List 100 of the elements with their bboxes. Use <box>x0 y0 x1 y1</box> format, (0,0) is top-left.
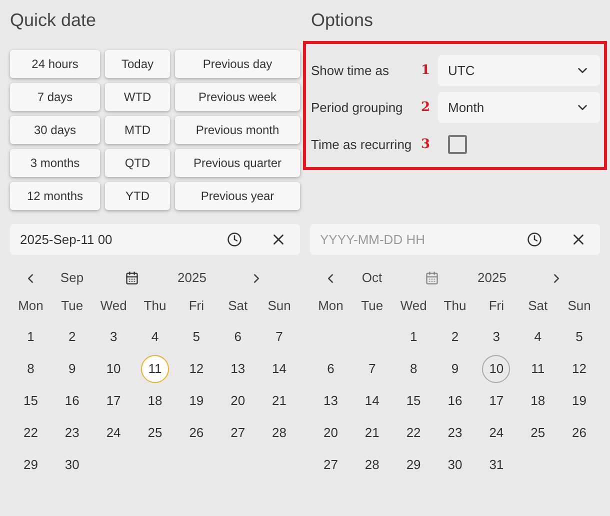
day-cell[interactable]: 11 <box>524 355 552 383</box>
month-label[interactable]: Sep <box>51 268 93 288</box>
day-cell[interactable]: 14 <box>358 387 386 415</box>
day-cell[interactable]: 28 <box>265 419 294 447</box>
day-cell[interactable]: 24 <box>100 419 128 447</box>
day-cell[interactable]: 19 <box>182 387 210 415</box>
checkbox[interactable] <box>448 135 467 154</box>
quick-date-button[interactable]: Previous month <box>175 116 300 144</box>
select-field[interactable]: Month <box>438 92 600 123</box>
day-cell[interactable]: 9 <box>58 355 86 383</box>
clock-icon[interactable] <box>527 232 542 247</box>
day-cell[interactable]: 18 <box>140 387 169 415</box>
quick-date-button[interactable]: 12 months <box>10 182 100 210</box>
day-cell[interactable]: 20 <box>224 387 252 415</box>
year-label[interactable]: 2025 <box>171 268 213 288</box>
clock-icon[interactable] <box>227 232 242 247</box>
day-cell[interactable]: 22 <box>400 419 428 447</box>
weekday-label: Sat <box>227 297 249 316</box>
day-cell[interactable]: 30 <box>58 451 86 479</box>
day-cell[interactable]: 29 <box>400 451 428 479</box>
day-cell[interactable]: 25 <box>524 419 552 447</box>
annotation-number: 2 <box>421 98 432 117</box>
day-cell[interactable]: 6 <box>224 323 252 351</box>
day-cell[interactable]: 5 <box>565 323 594 351</box>
day-cell[interactable]: 12 <box>565 355 594 383</box>
day-cell[interactable]: 26 <box>565 419 594 447</box>
quick-date-button[interactable]: QTD <box>105 149 170 177</box>
day-cell[interactable]: 23 <box>58 419 86 447</box>
quick-date-button[interactable]: 7 days <box>10 83 100 111</box>
day-cell[interactable]: 4 <box>140 323 169 351</box>
option-label: Show time as <box>311 62 390 80</box>
date-field[interactable]: 2025-Sep-11 00 <box>10 224 300 255</box>
quick-date-button[interactable]: WTD <box>105 83 170 111</box>
calendar-icon[interactable] <box>125 271 139 285</box>
day-cell[interactable]: 28 <box>358 451 386 479</box>
day-cell[interactable]: 13 <box>316 387 345 415</box>
day-cell[interactable]: 5 <box>182 323 210 351</box>
day-cell[interactable]: 2 <box>440 323 469 351</box>
weekday-label: Thu <box>442 297 468 316</box>
quick-date-button[interactable]: 3 months <box>10 149 100 177</box>
day-cell[interactable]: 19 <box>565 387 594 415</box>
day-cell[interactable]: 27 <box>224 419 252 447</box>
quick-date-button[interactable]: YTD <box>105 182 170 210</box>
day-cell[interactable]: 26 <box>182 419 210 447</box>
day-cell[interactable]: 7 <box>265 323 294 351</box>
day-cell[interactable]: 17 <box>100 387 128 415</box>
quick-date-button[interactable]: Previous week <box>175 83 300 111</box>
day-cell[interactable]: 31 <box>482 451 510 479</box>
day-cell[interactable]: 10 <box>100 355 128 383</box>
weekday-label: Fri <box>188 297 205 316</box>
day-cell[interactable]: 30 <box>440 451 469 479</box>
day-cell[interactable]: 15 <box>400 387 428 415</box>
day-cell[interactable]: 3 <box>482 323 510 351</box>
day-cell[interactable]: 20 <box>316 419 345 447</box>
day-cell[interactable]: 9 <box>440 355 469 383</box>
day-cell[interactable]: 15 <box>16 387 45 415</box>
day-cell[interactable]: 11 <box>140 355 169 383</box>
day-cell[interactable]: 10 <box>482 355 510 383</box>
date-field[interactable]: YYYY-MM-DD HH <box>310 224 600 255</box>
weekday-label: Tue <box>60 297 84 316</box>
day-cell[interactable]: 7 <box>358 355 386 383</box>
quick-date-button[interactable]: Today <box>105 50 170 78</box>
section-title: Quick date <box>10 9 98 32</box>
month-label[interactable]: Oct <box>351 268 393 288</box>
day-cell[interactable]: 16 <box>58 387 86 415</box>
section-title: Options <box>311 9 374 32</box>
day-cell[interactable]: 14 <box>265 355 294 383</box>
day-cell[interactable]: 4 <box>524 323 552 351</box>
day-cell[interactable]: 24 <box>482 419 510 447</box>
quick-date-button[interactable]: 30 days <box>10 116 100 144</box>
day-cell[interactable]: 16 <box>440 387 469 415</box>
day-cell[interactable]: 8 <box>16 355 45 383</box>
day-cell[interactable]: 1 <box>400 323 428 351</box>
day-cell[interactable]: 21 <box>265 387 294 415</box>
day-cell[interactable]: 27 <box>316 451 345 479</box>
day-cell[interactable]: 1 <box>16 323 45 351</box>
day-cell[interactable]: 12 <box>182 355 210 383</box>
day-cell[interactable]: 8 <box>400 355 428 383</box>
day-cell[interactable]: 17 <box>482 387 510 415</box>
day-cell[interactable]: 18 <box>524 387 552 415</box>
day-cell[interactable]: 23 <box>440 419 469 447</box>
select-field[interactable]: UTC <box>438 55 600 86</box>
day-cell[interactable]: 25 <box>140 419 169 447</box>
weekday-label: Mon <box>317 297 344 316</box>
quick-date-button[interactable]: Previous year <box>175 182 300 210</box>
day-cell[interactable]: 21 <box>358 419 386 447</box>
quick-date-button[interactable]: 24 hours <box>10 50 100 78</box>
day-cell[interactable]: 29 <box>16 451 45 479</box>
day-cell[interactable]: 6 <box>316 355 345 383</box>
weekday-label: Sun <box>566 297 592 316</box>
quick-date-button[interactable]: Previous quarter <box>175 149 300 177</box>
annotation-number: 3 <box>421 136 432 154</box>
quick-date-button[interactable]: Previous day <box>175 50 300 78</box>
year-label[interactable]: 2025 <box>471 268 513 288</box>
quick-date-button[interactable]: MTD <box>105 116 170 144</box>
weekday-label: Sun <box>266 297 292 316</box>
day-cell[interactable]: 2 <box>58 323 86 351</box>
day-cell[interactable]: 13 <box>224 355 252 383</box>
day-cell[interactable]: 22 <box>16 419 45 447</box>
day-cell[interactable]: 3 <box>100 323 128 351</box>
